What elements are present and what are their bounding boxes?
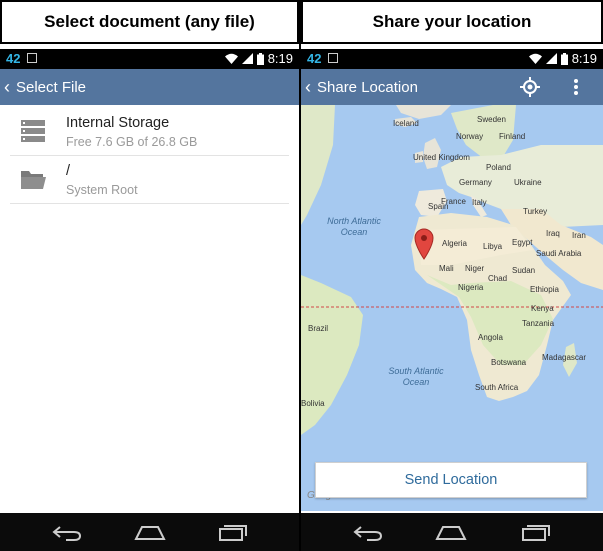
caption: Select document (any file): [0, 0, 299, 44]
status-bar: 42 8:19: [301, 49, 603, 69]
map-label: Italy: [472, 198, 487, 207]
map-label: Angola: [478, 333, 503, 342]
map-label: Egypt: [512, 238, 533, 247]
location-pin-icon[interactable]: [414, 228, 434, 260]
clock: 8:19: [267, 51, 293, 66]
map-view[interactable]: Iceland Sweden Norway Finland United Kin…: [301, 105, 603, 511]
map-label: Iraq: [546, 229, 560, 238]
clock: 8:19: [571, 51, 597, 66]
home-nav-icon[interactable]: [134, 524, 166, 540]
signal-icon: [241, 53, 253, 64]
map-label: Tanzania: [522, 319, 555, 328]
map-label: Brazil: [308, 324, 329, 333]
map-label: Spain: [428, 202, 449, 211]
back-chevron-icon[interactable]: ‹: [301, 77, 317, 98]
notification-count: 42: [307, 51, 322, 66]
map-label: Ukraine: [514, 178, 542, 187]
wifi-icon: [224, 53, 238, 64]
map-label: Iran: [572, 231, 586, 240]
signal-icon: [545, 53, 557, 64]
battery-icon: [560, 52, 568, 65]
app-bar: ‹ Share Location: [301, 69, 603, 105]
map-label: Iceland: [393, 119, 419, 128]
map-label: Kenya: [531, 304, 554, 313]
my-location-icon[interactable]: [520, 77, 540, 97]
map-label: Botswana: [491, 358, 527, 367]
image-notification-icon: [27, 53, 37, 63]
list-item-system-root[interactable]: / System Root: [10, 155, 289, 204]
app-bar: ‹ Select File: [0, 69, 299, 105]
map-label: Sudan: [512, 266, 536, 275]
recents-nav-icon[interactable]: [521, 524, 551, 542]
back-nav-icon[interactable]: [353, 525, 383, 541]
wifi-icon: [528, 53, 542, 64]
image-notification-icon: [328, 53, 338, 63]
map-label: Mali: [439, 264, 454, 273]
list-item-internal-storage[interactable]: Internal Storage Free 7.6 GB of 26.8 GB: [10, 107, 289, 156]
nav-bar: [301, 513, 603, 551]
map-label: Germany: [459, 178, 492, 187]
world-map: [301, 105, 603, 435]
caption: Share your location: [301, 0, 603, 44]
back-nav-icon[interactable]: [52, 525, 82, 541]
map-label: Sweden: [477, 115, 506, 124]
back-chevron-icon[interactable]: ‹: [0, 77, 16, 98]
map-label: Saudi Arabia: [536, 249, 582, 258]
map-label: Finland: [499, 132, 526, 141]
item-title: /: [66, 163, 71, 179]
map-label: Ethiopia: [530, 285, 559, 294]
app-bar-title: Select File: [16, 78, 87, 96]
map-label: Nigeria: [458, 283, 484, 292]
map-label: Madagascar: [542, 353, 587, 362]
folder-icon: [21, 171, 46, 189]
ocean-label: North Atlantic Ocean: [327, 216, 381, 237]
map-label: Poland: [486, 163, 511, 172]
storage-icon: [21, 120, 45, 142]
item-title: Internal Storage: [66, 115, 170, 131]
map-label: Niger: [465, 264, 485, 273]
map-label: Bolivia: [301, 399, 325, 408]
recents-nav-icon[interactable]: [218, 524, 248, 542]
map-label: Norway: [456, 132, 484, 141]
map-label: Libya: [483, 242, 503, 251]
share-location-screen: Share your location 42 8:19 ‹ Share Loca…: [301, 0, 603, 551]
ocean-label: South Atlantic Ocean: [388, 366, 444, 387]
home-nav-icon[interactable]: [435, 524, 467, 540]
map-label: Turkey: [523, 207, 548, 216]
map-label: Algeria: [442, 239, 467, 248]
overflow-menu-icon[interactable]: [573, 78, 579, 96]
item-subtitle: Free 7.6 GB of 26.8 GB: [66, 135, 198, 149]
map-label: United Kingdom: [413, 153, 470, 162]
app-bar-title: Share Location: [317, 78, 418, 96]
send-location-button[interactable]: Send Location: [315, 462, 587, 498]
item-subtitle: System Root: [66, 183, 138, 197]
battery-icon: [256, 52, 264, 65]
notification-count: 42: [6, 51, 21, 66]
status-bar: 42 8:19: [0, 49, 299, 69]
select-file-screen: Select document (any file) 42 8:19 ‹ Sel…: [0, 0, 299, 551]
map-label: Chad: [488, 274, 508, 283]
nav-bar: [0, 513, 299, 551]
map-label: South Africa: [475, 383, 519, 392]
